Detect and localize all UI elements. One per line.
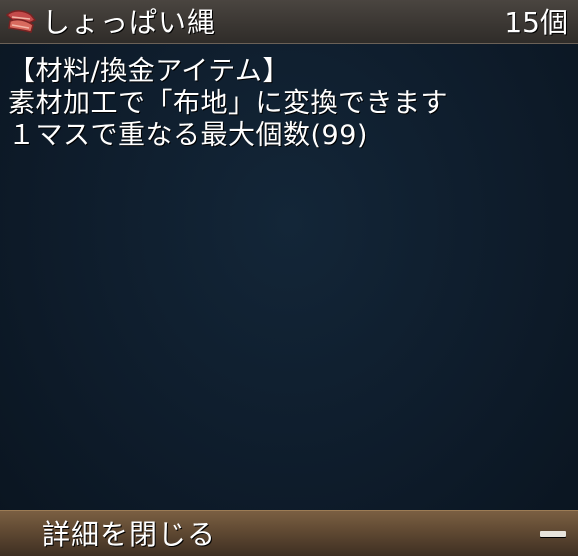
item-name: しょっぱい縄 xyxy=(42,6,217,39)
item-header: しょっぱい縄 15個 xyxy=(0,0,578,44)
description-line: 【材料/換金アイテム】 xyxy=(8,56,290,87)
description-line: １マスで重なる最大個数(99) xyxy=(8,120,368,151)
item-description: 【材料/換金アイテム】 素材加工で「布地」に変換できます １マスで重なる最大個数… xyxy=(8,56,568,152)
close-details-button[interactable]: 詳細を閉じる xyxy=(0,510,578,556)
item-detail-panel: しょっぱい縄 15個 【材料/換金アイテム】 素材加工で「布地」に変換できます … xyxy=(0,0,578,556)
description-line: 素材加工で「布地」に変換できます xyxy=(8,88,448,119)
rope-icon xyxy=(4,6,38,38)
close-details-label: 詳細を閉じる xyxy=(42,518,217,551)
minus-icon[interactable] xyxy=(540,531,566,537)
item-count: 15個 xyxy=(504,6,568,39)
